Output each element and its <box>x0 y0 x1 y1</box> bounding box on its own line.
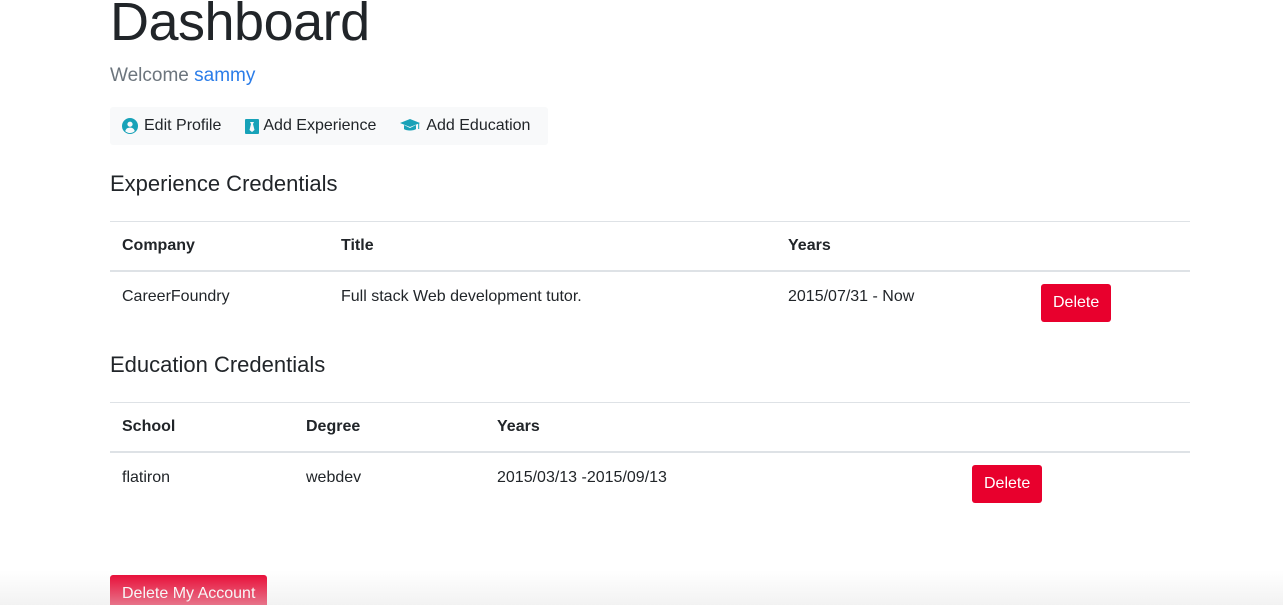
experience-years: 2015/07/31 - Now <box>788 288 915 305</box>
education-years: 2015/03/13 -2015/09/13 <box>497 469 667 486</box>
add-experience-label: Add Experience <box>263 117 377 134</box>
education-actions-cell: Delete <box>960 452 1190 504</box>
table-header-row: Company Title Years <box>110 221 1190 272</box>
dashboard-actions: Edit Profile Add Experience Add Educatio… <box>110 107 548 145</box>
add-education-label: Add Education <box>426 117 531 134</box>
table-row: flatiron webdev 2015/03/13 -2015/09/13 D… <box>110 452 1190 504</box>
column-header-years: Years <box>776 221 1029 272</box>
education-degree: webdev <box>306 469 362 486</box>
column-header-title: Title <box>329 221 776 272</box>
delete-account-button[interactable]: Delete My Account <box>110 575 268 605</box>
education-school: flatiron <box>122 469 171 486</box>
column-header-actions <box>1029 221 1190 272</box>
welcome-prefix: Welcome <box>110 65 195 86</box>
column-header-degree: Degree <box>294 402 485 453</box>
column-header-company: Company <box>110 221 329 272</box>
column-header-school: School <box>110 402 294 453</box>
add-experience-button[interactable]: Add Experience <box>233 107 388 145</box>
delete-experience-button[interactable]: Delete <box>1041 284 1112 322</box>
graduation-cap-icon <box>400 119 421 133</box>
experience-title: Full stack Web development tutor. <box>341 288 582 305</box>
dashboard-page: Dashboard Welcome sammy Edit Profile Add… <box>0 0 1283 605</box>
username-link[interactable]: sammy <box>194 65 255 86</box>
table-header-row: School Degree Years <box>110 402 1190 453</box>
welcome-text: Welcome sammy <box>110 64 255 88</box>
column-header-actions <box>960 402 1190 453</box>
education-section-title: Education Credentials <box>110 352 326 377</box>
black-tie-icon <box>245 118 260 134</box>
education-table: School Degree Years flatiron webdev 2015… <box>110 402 1190 504</box>
table-row: CareerFoundry Full stack Web development… <box>110 271 1190 323</box>
experience-actions-cell: Delete <box>1029 271 1190 323</box>
user-circle-icon <box>122 118 138 134</box>
experience-section-title: Experience Credentials <box>110 171 338 196</box>
experience-table: Company Title Years CareerFoundry Full s… <box>110 221 1190 323</box>
column-header-years: Years <box>485 402 960 453</box>
edit-profile-label: Edit Profile <box>144 117 222 134</box>
delete-education-button[interactable]: Delete <box>972 465 1043 503</box>
page-title: Dashboard <box>110 0 370 52</box>
edit-profile-button[interactable]: Edit Profile <box>110 107 233 145</box>
add-education-button[interactable]: Add Education <box>388 107 542 145</box>
experience-company: CareerFoundry <box>122 288 230 305</box>
